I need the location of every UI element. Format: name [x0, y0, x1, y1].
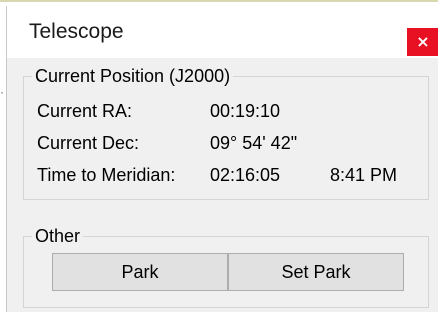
set-park-button[interactable]: Set Park	[228, 253, 404, 291]
background-fragment: ·	[0, 86, 3, 108]
telescope-window: Telescope × Current Position (J2000) Cur…	[6, 6, 438, 312]
current-dec-value: 09° 54' 42"	[210, 133, 298, 153]
park-button[interactable]: Park	[52, 253, 228, 291]
window-title: Telescope	[29, 20, 124, 43]
close-icon: ×	[416, 32, 430, 51]
window-client-area: Current Position (J2000) Current RA: 00:…	[7, 58, 438, 312]
current-position-group: Current Position (J2000) Current RA: 00:…	[23, 66, 429, 200]
background-edge	[0, 0, 438, 2]
time-to-meridian-value: 02:16:05	[210, 165, 281, 185]
other-group-title: Other	[32, 226, 84, 246]
time-to-meridian-label: Time to Meridian:	[37, 165, 176, 185]
other-group: Other Park Set Park	[23, 226, 429, 308]
current-dec-label: Current Dec:	[37, 133, 140, 153]
current-position-group-title: Current Position (J2000)	[32, 66, 234, 86]
current-ra-label: Current RA:	[37, 101, 133, 121]
close-button[interactable]: ×	[407, 28, 438, 56]
meridian-clock-time: 8:41 PM	[330, 165, 398, 185]
title-bar[interactable]: Telescope ×	[7, 6, 438, 58]
current-ra-value: 00:19:10	[210, 101, 281, 121]
